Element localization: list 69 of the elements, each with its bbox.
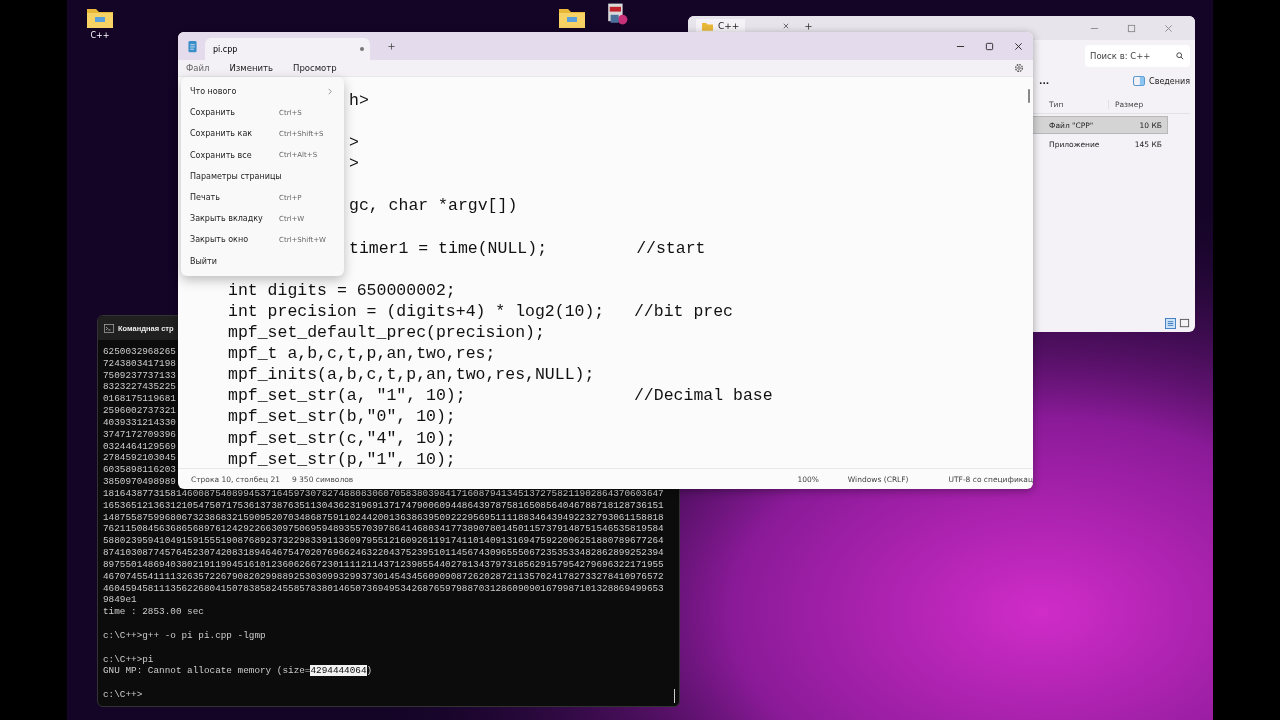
- console-line: 3747172709396: [103, 428, 176, 440]
- more-button[interactable]: ...: [1039, 76, 1050, 86]
- console-line: 5880239594104915915551908768923732298339113609795512160926119174110140913169475922006251880789677264: [103, 535, 664, 547]
- new-tab-icon[interactable]: [388, 42, 395, 50]
- code-line: int precision = (digits+4) * log2(10); //bit prec: [228, 301, 733, 321]
- console-line: time : 2853.00 sec: [103, 606, 204, 618]
- console-line: 8975501486940380219119945161012360626672301111211437123985544027813437973185629157954279696322171955: [103, 558, 664, 570]
- details-view-icon[interactable]: [1165, 318, 1176, 329]
- menu-item[interactable]: Изменить: [229, 63, 274, 73]
- menu-item[interactable]: Просмотр: [293, 63, 337, 73]
- search-icon: [1176, 52, 1184, 60]
- console-line: 2784592103045: [103, 452, 176, 464]
- console-line: 4670745541111326357226790820299889253030993299373014543456090908726202872113570241782733278410976572: [103, 570, 664, 582]
- code-line: timer1 = time(NULL); //start: [349, 238, 706, 258]
- search-field[interactable]: Поиск в: C++: [1085, 45, 1190, 67]
- selected-text: 4294444064: [310, 665, 367, 677]
- console-line: c:\C++>: [103, 689, 143, 700]
- menu-item[interactable]: Параметры страницы: [181, 165, 344, 187]
- console-text: ): [366, 665, 373, 677]
- new-tab-icon[interactable]: [805, 22, 813, 30]
- close-tab-icon[interactable]: [783, 23, 790, 29]
- file-tab[interactable]: pi.cpp: [205, 38, 370, 60]
- console-line: 0168175119681: [103, 393, 176, 405]
- console-line: 8741030877457645230742083189464675470207696624632204375239510114567430965550672353533482862899252394: [103, 547, 664, 559]
- menu-item[interactable]: Файл: [186, 63, 210, 73]
- console-line: 6035898116203: [103, 464, 176, 476]
- console-line: 1487558759968067323868321590952070348687591102442001363863950922295695111188346439492232793061158818: [103, 511, 664, 523]
- console-line: 0324464129569: [103, 440, 176, 452]
- terminal-icon: [104, 323, 114, 333]
- console-line: 2596002737321: [103, 405, 176, 417]
- console-line: 9849e1: [103, 594, 137, 606]
- code-line: mpf_set_str(c,"4", 10);: [228, 428, 456, 448]
- console-line: 7621150845636865689761242922663097506959489355703978641468034177389078014501157379148751546535819584: [103, 523, 664, 535]
- menu-item[interactable]: Выйти: [181, 250, 344, 272]
- code-line: mpf_set_default_prec(precision);: [228, 323, 545, 343]
- console-line: c:\C++>pi: [103, 653, 154, 665]
- details-button[interactable]: Сведения: [1149, 76, 1190, 86]
- console-line: 4039331214330: [103, 416, 176, 428]
- code-line: >: [349, 133, 359, 153]
- explorer-tab[interactable]: C++: [696, 19, 746, 33]
- console-line: 3850970498989: [103, 476, 176, 488]
- settings-icon[interactable]: [1014, 63, 1024, 73]
- menu-item[interactable]: Что нового: [181, 81, 344, 103]
- maximize-icon[interactable]: [1127, 23, 1136, 33]
- code-line: gc, char *argv[]): [349, 196, 518, 216]
- code-line: mpf_set_str(p,"1", 10);: [228, 449, 456, 468]
- code-line: int digits = 650000002;: [228, 280, 456, 300]
- console-line: 7509237737133: [103, 369, 176, 381]
- console-line: 1816438773158146008754089945371645973078274880830607058380398417160879413451372758211902864370603647: [103, 487, 664, 499]
- console-line: 8323227435225: [103, 381, 176, 393]
- console-line: 4604594581113562268041507838582455857838014650736949534268765979887031286090901679987101328869499653: [103, 582, 664, 594]
- code-line: >: [349, 154, 359, 174]
- maximize-icon[interactable]: [985, 41, 994, 51]
- icon-label: C++: [90, 31, 110, 40]
- code-line: h>: [349, 91, 369, 110]
- console-line: 7243803417198: [103, 357, 176, 369]
- console-line: c:\C++>g++ -o pi pi.cpp -lgmp: [103, 629, 266, 641]
- console-line: 6250032968265: [103, 346, 176, 357]
- code-line: mpf_t a,b,c,t,p,an,two,res;: [228, 344, 496, 364]
- console-line: 1653651213631210547507175361373876351130436231969137174790060944864397875816508564046788718128736151: [103, 499, 664, 511]
- code-line: mpf_set_str(a, "1", 10); //Decimal base: [228, 386, 773, 406]
- scrollbar-thumb[interactable]: [1028, 89, 1030, 103]
- code-line: mpf_inits(a,b,c,t,p,an,two,res,NULL);: [228, 365, 595, 385]
- notepad-icon: [188, 39, 197, 53]
- code-line: mpf_set_str(b,"0", 10);: [228, 407, 456, 427]
- console-text: GNU MP: Cannot allocate memory (size=: [103, 665, 311, 677]
- close-icon[interactable]: [1014, 41, 1023, 51]
- tiles-view-icon[interactable]: [1179, 318, 1190, 329]
- details-pane-icon: [1133, 76, 1146, 86]
